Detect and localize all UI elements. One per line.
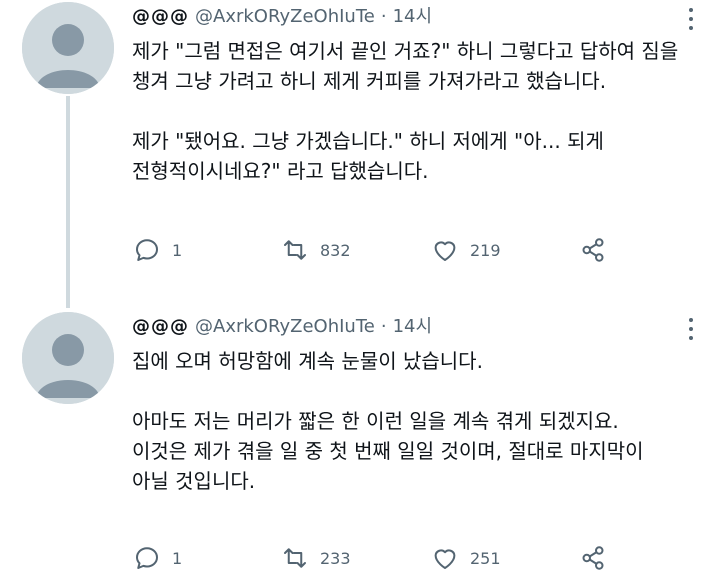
avatar[interactable] (22, 2, 114, 94)
retweet-count: 832 (320, 240, 351, 260)
default-avatar-icon (22, 2, 114, 94)
tweet[interactable]: @@@ @AxrkORyZeOhIuTe · 14시 제가 "그럼 면접은 여기서 끝… (0, 0, 720, 290)
reply-count: 1 (172, 240, 183, 260)
user-handle[interactable]: @AxrkORyZeOhIuTe (195, 6, 375, 27)
text-line: 챙겨 그냥 가려고 하니 제게 커피를 가져가라고 했습니다. (132, 69, 607, 93)
tweet-paragraph: 제가 "그럼 면접은 여기서 끝인 거죠?" 하니 그렇다고 답하여 짐을 챙겨… (132, 36, 700, 96)
tweet-actions: 1 233 251 (132, 542, 612, 574)
display-name[interactable]: @@@ (132, 6, 189, 27)
retweet-icon (284, 240, 306, 260)
display-name[interactable]: @@@ (132, 316, 189, 337)
tweet-actions: 1 832 219 (132, 234, 612, 266)
like-button[interactable]: 251 (430, 542, 501, 574)
text-line: 이것은 제가 겪을 일 중 첫 번째 일일 것이며, 절대로 마지막이 (132, 439, 644, 463)
reply-icon (136, 547, 158, 569)
more-options-icon[interactable] (686, 318, 696, 340)
tweet-text: 집에 오며 허망함에 계속 눈물이 났습니다. 아마도 저는 머리가 짧은 한 … (132, 346, 700, 496)
default-avatar-icon (22, 312, 114, 404)
timestamp[interactable]: 14시 (393, 316, 432, 337)
text-line: 제가 "그럼 면접은 여기서 끝인 거죠?" 하니 그렇다고 답하여 짐을 (132, 39, 679, 63)
like-count: 219 (470, 240, 501, 260)
share-button[interactable] (578, 542, 608, 574)
heart-icon (434, 549, 456, 569)
tweet-paragraph: 아마도 저는 머리가 짧은 한 이런 일을 계속 겪게 되겠지요. 이것은 제가… (132, 406, 700, 496)
tweet-header: @@@ @AxrkORyZeOhIuTe · 14시 (132, 312, 432, 338)
tweet-paragraph: 집에 오며 허망함에 계속 눈물이 났습니다. (132, 346, 700, 376)
reply-button[interactable]: 1 (132, 234, 182, 266)
text-line: 제가 "됐어요. 그냥 가겠습니다." 하니 저에게 "아... 되게 (132, 129, 604, 153)
heart-icon (434, 241, 456, 261)
retweet-button[interactable]: 832 (280, 234, 351, 266)
separator-dot: · (380, 6, 387, 27)
avatar[interactable] (22, 312, 114, 404)
text-line: 아닐 것입니다. (132, 469, 256, 493)
share-button[interactable] (578, 234, 608, 266)
text-line: 전형적이시네요?" 라고 답했습니다. (132, 159, 429, 183)
retweet-button[interactable]: 233 (280, 542, 351, 574)
tweet-paragraph: 제가 "됐어요. 그냥 가겠습니다." 하니 저에게 "아... 되게 전형적이… (132, 126, 700, 186)
text-line: 아마도 저는 머리가 짧은 한 이런 일을 계속 겪게 되겠지요. (132, 409, 619, 433)
separator-dot: · (380, 316, 387, 337)
reply-icon (136, 239, 158, 261)
reply-count: 1 (172, 548, 183, 568)
share-icon (582, 546, 604, 570)
tweet-text: 제가 "그럼 면접은 여기서 끝인 거죠?" 하니 그렇다고 답하여 짐을 챙겨… (132, 36, 700, 186)
reply-button[interactable]: 1 (132, 542, 182, 574)
share-icon (582, 238, 604, 262)
tweet[interactable]: @@@ @AxrkORyZeOhIuTe · 14시 집에 오며 허망함에 계속 눈물… (0, 298, 720, 579)
text-line: 집에 오며 허망함에 계속 눈물이 났습니다. (132, 349, 483, 373)
more-options-icon[interactable] (686, 8, 696, 30)
like-count: 251 (470, 548, 501, 568)
timestamp[interactable]: 14시 (393, 6, 432, 27)
like-button[interactable]: 219 (430, 234, 501, 266)
retweet-count: 233 (320, 548, 351, 568)
tweet-header: @@@ @AxrkORyZeOhIuTe · 14시 (132, 2, 432, 28)
retweet-icon (284, 548, 306, 568)
user-handle[interactable]: @AxrkORyZeOhIuTe (195, 316, 375, 337)
